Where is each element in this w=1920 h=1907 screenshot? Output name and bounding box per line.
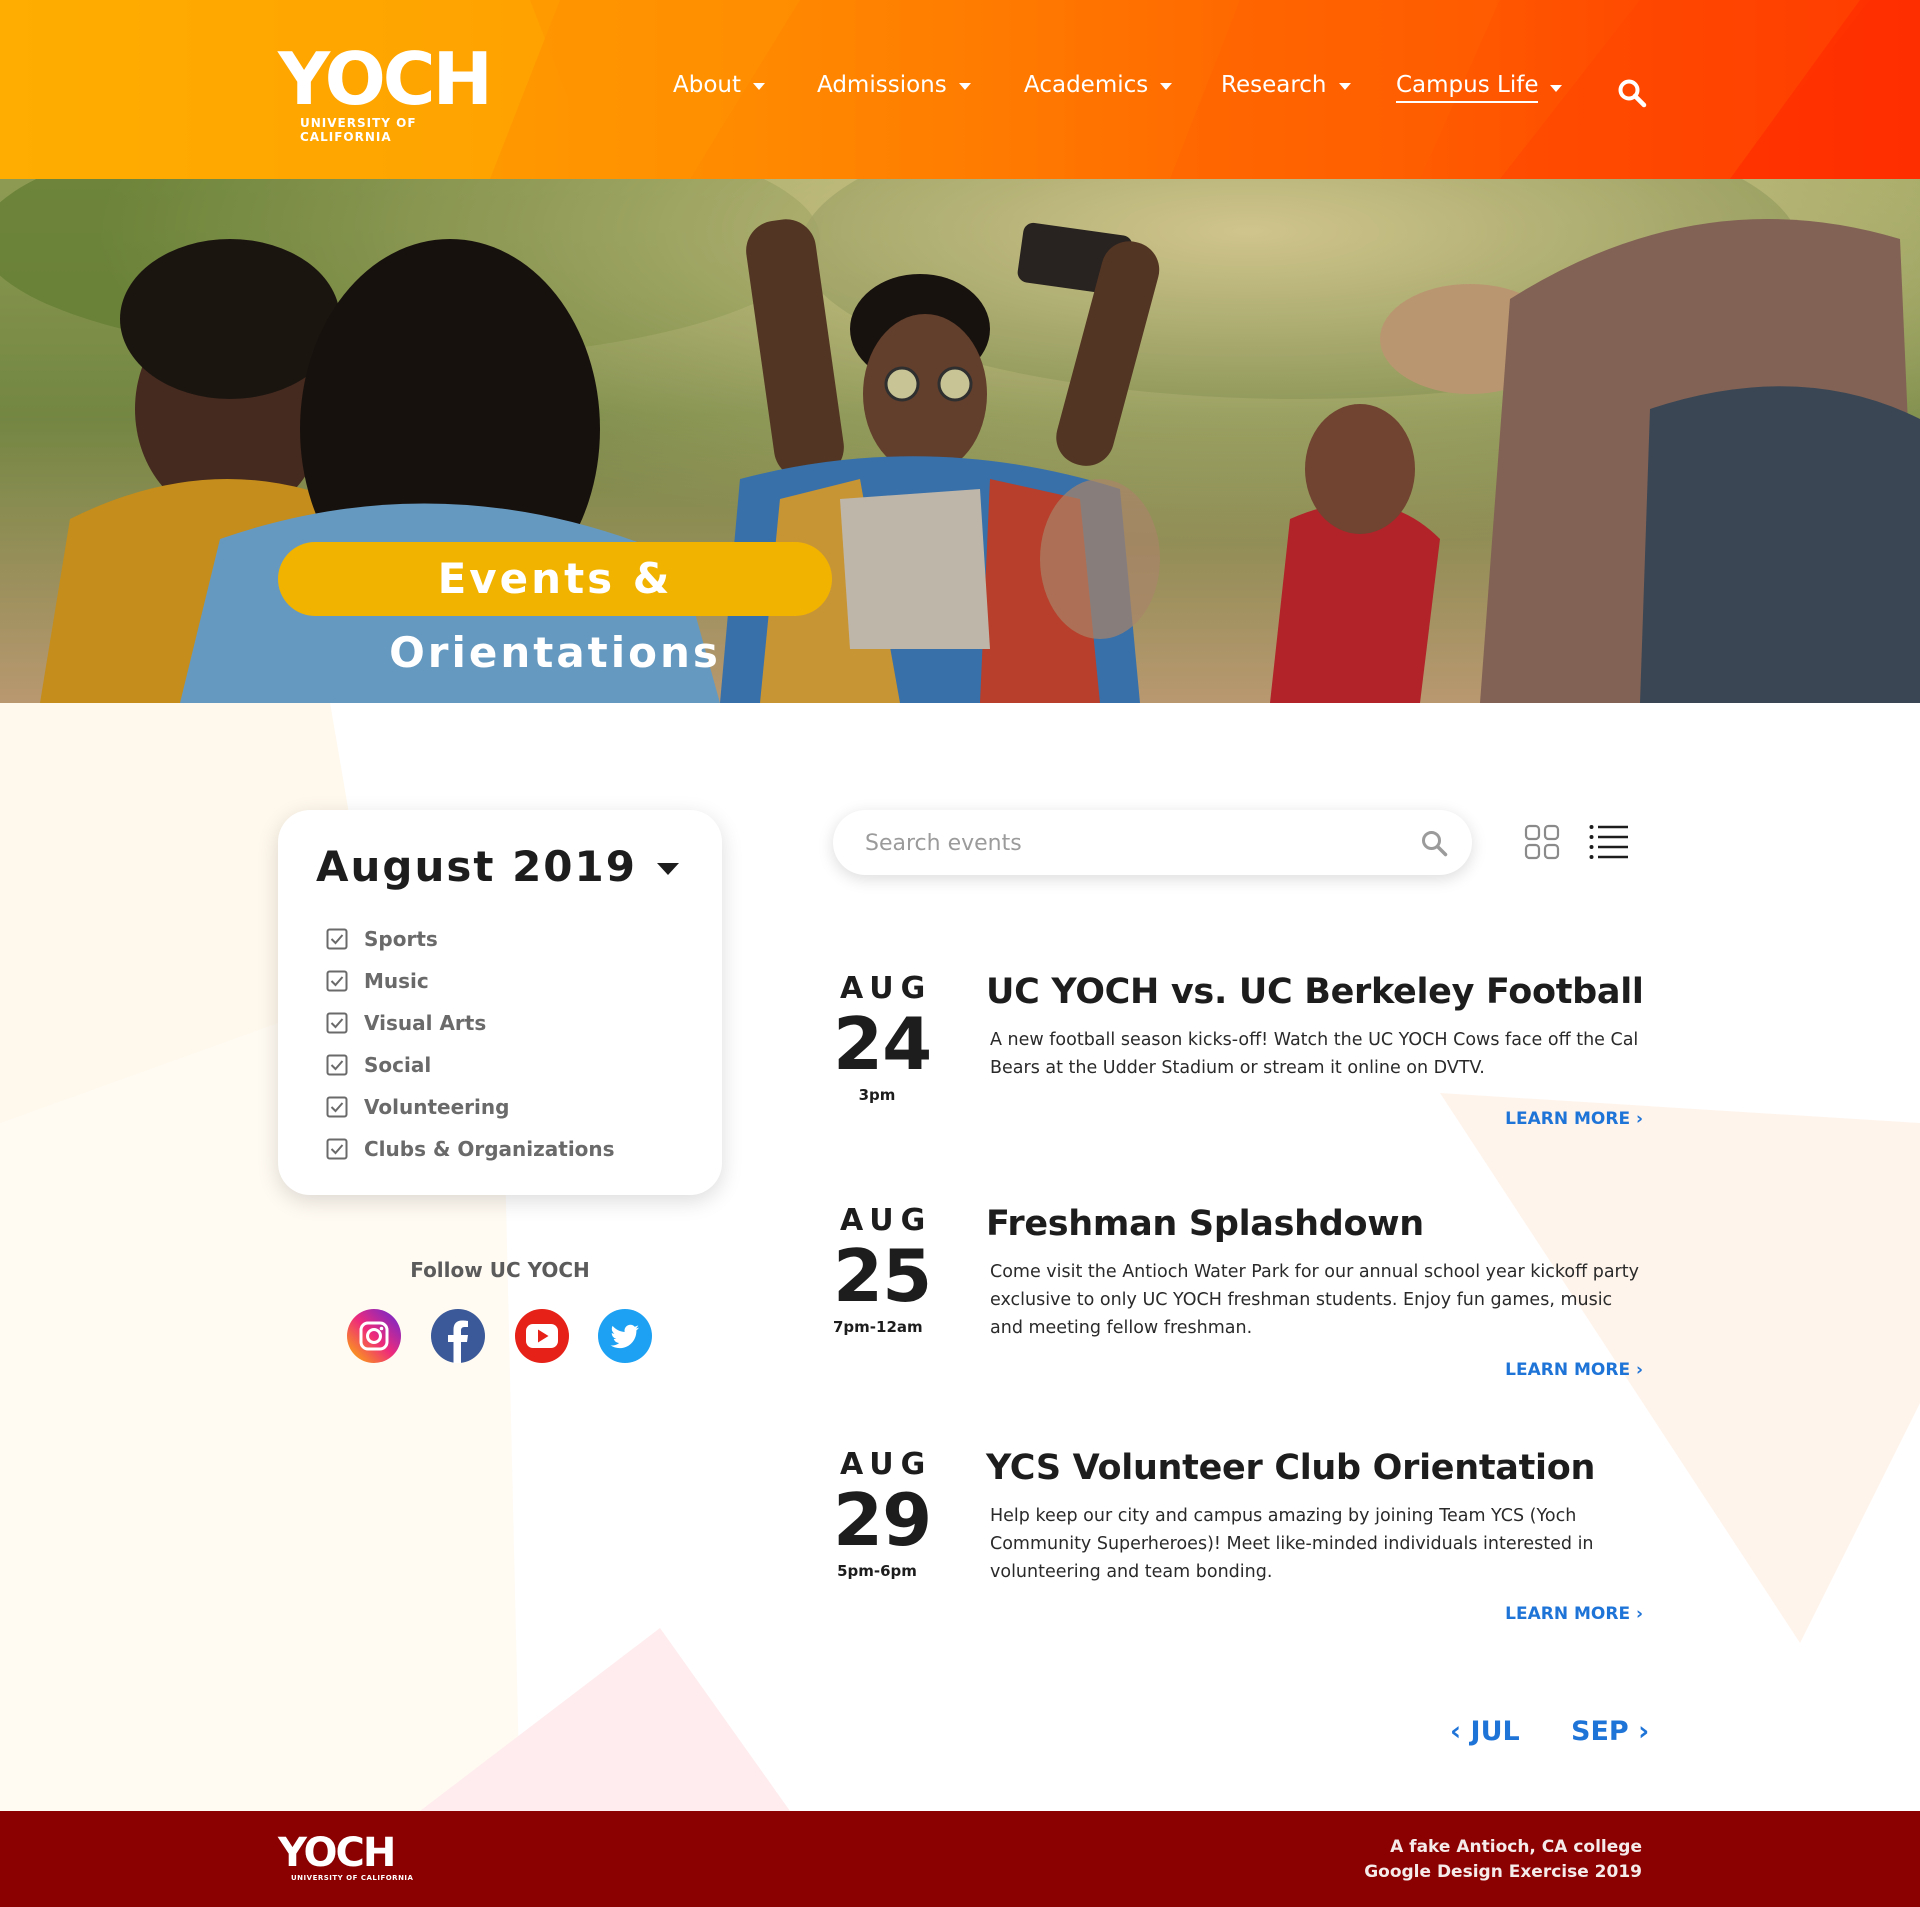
event-time: 7pm-12am — [833, 1318, 923, 1336]
learn-more-link[interactable]: LEARN MORE › — [1505, 1360, 1643, 1380]
category-label: Sports — [364, 927, 438, 951]
footer-logo[interactable]: YOCH UNIVERSITY OF CALIFORNIA — [278, 1833, 413, 1882]
site-header: YOCH UNIVERSITY OF CALIFORNIA About Admi… — [0, 0, 1920, 179]
list-view-icon[interactable] — [1589, 824, 1629, 860]
instagram-icon[interactable] — [347, 1309, 401, 1363]
category-label: Clubs & Organizations — [364, 1137, 615, 1161]
chevron-down-icon — [1550, 85, 1563, 92]
grid-view-icon[interactable] — [1524, 824, 1560, 860]
category-volunteering[interactable]: Volunteering — [326, 1086, 615, 1128]
category-label: Visual Arts — [364, 1011, 487, 1035]
category-visual-arts[interactable]: Visual Arts — [326, 1002, 615, 1044]
event-time: 5pm-6pm — [837, 1562, 917, 1580]
nav-item-academics[interactable]: Academics — [1024, 72, 1173, 98]
category-sports[interactable]: Sports — [326, 918, 615, 960]
twitter-icon[interactable] — [598, 1309, 652, 1363]
event-title[interactable]: YCS Volunteer Club Orientation — [986, 1448, 1595, 1488]
event-day: 25 — [833, 1234, 932, 1318]
checkbox-checked-icon[interactable] — [326, 928, 348, 950]
page-title: Events & Orientations — [278, 542, 832, 677]
facebook-icon[interactable] — [431, 1309, 485, 1363]
hero-photo — [0, 179, 1920, 703]
event-date: AUG 24 3pm — [833, 971, 933, 1105]
category-label: Music — [364, 969, 429, 993]
event-month: AUG — [840, 1447, 933, 1482]
month-dropdown[interactable]: August 2019 — [316, 842, 679, 891]
nav-label: About — [673, 72, 742, 98]
nav-label: Research — [1221, 72, 1327, 98]
learn-more-link[interactable]: LEARN MORE › — [1505, 1109, 1643, 1129]
nav-label: Campus Life — [1396, 72, 1539, 103]
footer-line: Google Design Exercise 2019 — [1364, 1862, 1642, 1882]
event-day: 29 — [833, 1478, 932, 1562]
nav-item-admissions[interactable]: Admissions — [817, 72, 971, 98]
event-day: 24 — [833, 1002, 932, 1086]
learn-more-link[interactable]: LEARN MORE › — [1505, 1604, 1643, 1624]
month-label: August 2019 — [316, 842, 637, 891]
youtube-icon[interactable] — [515, 1309, 569, 1363]
event-date: AUG 25 7pm-12am — [833, 1203, 933, 1337]
filter-card: August 2019 Sports Music Visual Arts Soc… — [278, 810, 722, 1195]
event-description: A new football season kicks-off! Watch t… — [990, 1030, 1639, 1078]
search-icon[interactable] — [1617, 78, 1647, 108]
nav-item-research[interactable]: Research — [1221, 72, 1351, 98]
event-description: Come visit the Antioch Water Park for ou… — [990, 1262, 1639, 1338]
chevron-down-icon — [753, 82, 766, 90]
footer-line: A fake Antioch, CA college — [1390, 1837, 1642, 1857]
chevron-down-icon — [1338, 82, 1351, 90]
chevron-down-icon — [1160, 82, 1173, 90]
checkbox-checked-icon[interactable] — [326, 1096, 348, 1118]
hero-banner: Events & Orientations — [0, 179, 1920, 703]
event-title[interactable]: Freshman Splashdown — [986, 1204, 1424, 1244]
logo-wordmark: YOCH — [278, 1830, 396, 1876]
event-month: AUG — [840, 1203, 933, 1238]
next-month-link[interactable]: SEP › — [1571, 1716, 1649, 1747]
checkbox-checked-icon[interactable] — [326, 1054, 348, 1076]
nav-item-campus-life[interactable]: Campus Life — [1396, 72, 1563, 103]
event-title[interactable]: UC YOCH vs. UC Berkeley Football — [986, 972, 1644, 1012]
chevron-down-icon — [958, 82, 971, 90]
category-label: Volunteering — [364, 1095, 510, 1119]
nav-item-about[interactable]: About — [673, 72, 766, 98]
checkbox-checked-icon[interactable] — [326, 1138, 348, 1160]
follow-heading: Follow UC YOCH — [410, 1258, 590, 1282]
search-icon[interactable] — [1420, 829, 1448, 857]
prev-month-link[interactable]: ‹ JUL — [1450, 1716, 1520, 1747]
footer-note: A fake Antioch, CA college Google Design… — [1364, 1835, 1642, 1885]
logo-wordmark: YOCH — [278, 37, 493, 121]
category-label: Social — [364, 1053, 432, 1077]
search-input[interactable] — [863, 810, 1387, 877]
category-list: Sports Music Visual Arts Social Voluntee… — [326, 918, 615, 1170]
category-social[interactable]: Social — [326, 1044, 615, 1086]
nav-label: Academics — [1024, 72, 1149, 98]
caret-down-icon — [656, 862, 679, 875]
site-footer: YOCH UNIVERSITY OF CALIFORNIA A fake Ant… — [0, 1811, 1920, 1907]
event-date: AUG 29 5pm-6pm — [833, 1447, 933, 1581]
event-month: AUG — [840, 971, 933, 1006]
nav-label: Admissions — [817, 72, 947, 98]
site-logo[interactable]: YOCH UNIVERSITY OF CALIFORNIA — [278, 37, 510, 144]
search-bar — [833, 810, 1472, 877]
checkbox-checked-icon[interactable] — [326, 1012, 348, 1034]
category-clubs-organizations[interactable]: Clubs & Organizations — [326, 1128, 615, 1170]
event-description: Help keep our city and campus amazing by… — [990, 1506, 1594, 1582]
checkbox-checked-icon[interactable] — [326, 970, 348, 992]
category-music[interactable]: Music — [326, 960, 615, 1002]
event-time: 3pm — [858, 1086, 896, 1104]
logo-subtitle: UNIVERSITY OF CALIFORNIA — [291, 1874, 414, 1882]
